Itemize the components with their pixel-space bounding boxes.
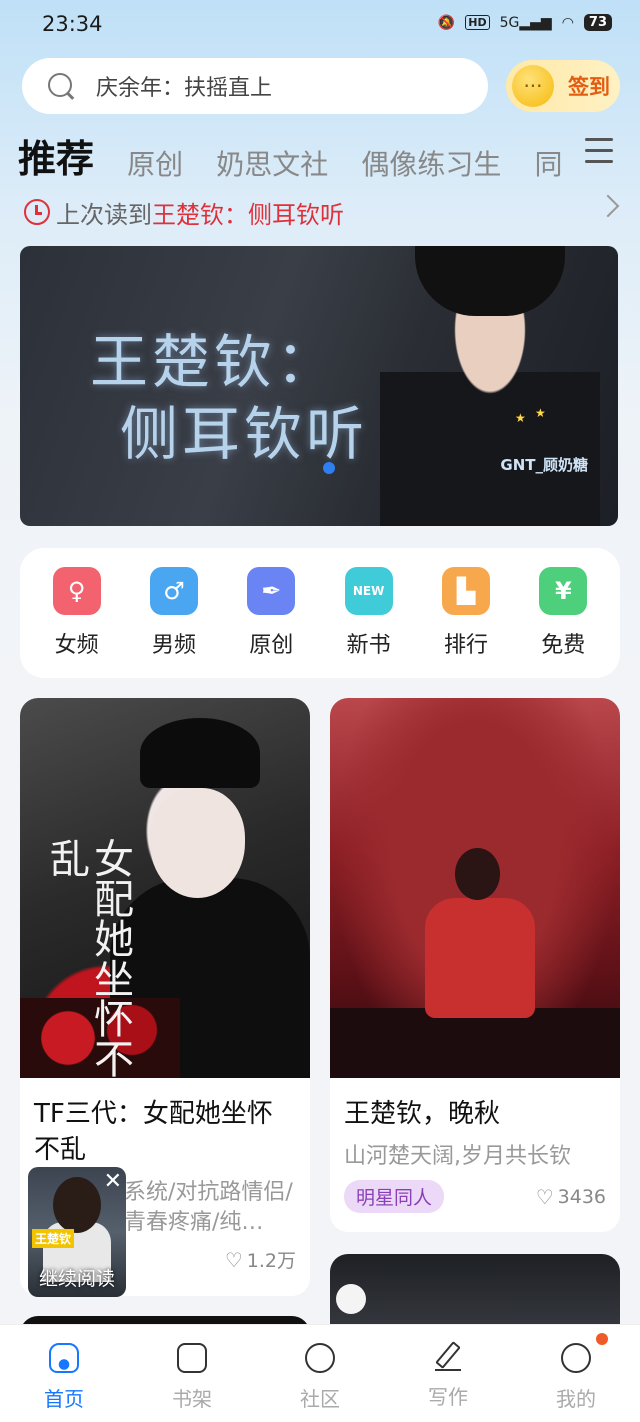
status-icons: 🔕 HD 5G▂▄▆ ◠ 73 [438, 14, 612, 31]
category-label: 原创 [249, 633, 294, 658]
book-title: 王楚钦，晚秋 [344, 1099, 501, 1129]
search-bar[interactable]: 庆余年：扶摇直上 [22, 58, 488, 114]
bookshelf-icon [177, 1343, 207, 1373]
ping-pong-ball [336, 1284, 366, 1314]
last-read-prefix: 上次读到 [56, 200, 152, 229]
book-card[interactable]: 王楚钦，晚秋 山河楚天阔,岁月共长钦 明星同人 ♡ 3436 [330, 698, 620, 1232]
nav-community[interactable]: 社区 [270, 1343, 370, 1412]
clock-icon [24, 199, 50, 225]
nav-label: 首页 [44, 1387, 84, 1411]
pen-nib-icon: ✒ [247, 567, 296, 615]
signal-icon: 5G▂▄▆ [499, 14, 552, 31]
category-female[interactable]: ♀ 女频 [37, 567, 117, 659]
pen-icon [435, 1343, 461, 1371]
banner-title: 王楚钦： 侧耳钦听 [90, 326, 368, 470]
banner[interactable]: 王楚钦： 侧耳钦听 ★ ★ GNT_顾奶糖 [20, 246, 618, 526]
close-icon[interactable]: ✕ [104, 1169, 122, 1194]
cover-figure-face [150, 788, 245, 898]
notification-badge [596, 1333, 608, 1345]
book-title: TF三代：女配她坐怀不乱 [34, 1099, 273, 1165]
status-bar: 23:34 🔕 HD 5G▂▄▆ ◠ 73 [0, 0, 640, 52]
banner-title-line2: 侧耳钦听 [120, 400, 369, 468]
heart-icon: ♡ [224, 1247, 243, 1272]
search-icon [46, 71, 76, 101]
category-label: 免费 [541, 633, 586, 658]
battery-icon: 73 [583, 14, 612, 31]
coin-smile-icon: ··· [512, 65, 554, 107]
category-label: 男频 [151, 633, 196, 658]
genre-tag[interactable]: 明星同人 [344, 1180, 445, 1213]
category-ranking[interactable]: ▙ 排行 [426, 567, 506, 659]
nav-write[interactable]: 写作 [398, 1343, 498, 1410]
category-label: 新书 [346, 633, 391, 658]
likes-count: 1.2万 [246, 1250, 296, 1272]
cover-title-text: 女配她坐怀不乱 [43, 838, 133, 1078]
book-cover: 女配她坐怀不乱 [20, 698, 310, 1078]
category-original[interactable]: ✒ 原创 [231, 567, 311, 659]
planet-icon [305, 1343, 335, 1373]
category-grid: ♀ 女频 ♂ 男频 ✒ 原创 NEW 新书 ▙ 排行 ¥ 免费 [20, 548, 620, 678]
category-label: 排行 [443, 633, 488, 658]
podium-icon: ▙ [441, 567, 490, 615]
cover-figure-hat [140, 718, 260, 788]
nav-label: 我的 [556, 1387, 596, 1411]
likes-count: 3436 [557, 1185, 606, 1208]
book-likes: ♡ 3436 [536, 1185, 606, 1209]
hd-icon: HD [465, 15, 490, 30]
star-icon: ★ [515, 411, 526, 425]
male-icon: ♂ [149, 567, 198, 615]
book-cover [330, 698, 620, 1078]
menu-icon[interactable] [585, 138, 613, 164]
continue-reading-label: 继续阅读 [38, 1268, 115, 1290]
heart-icon: ♡ [535, 1184, 554, 1209]
new-book-icon: NEW [344, 567, 393, 615]
category-tabs: 推荐 原创 奶思文社 偶像练习生 同 [18, 128, 588, 178]
tab-partial[interactable]: 同 [534, 143, 562, 178]
last-read-title: 王楚钦：侧耳钦听 [152, 200, 344, 229]
female-icon: ♀ [52, 567, 101, 615]
nav-label: 社区 [300, 1387, 340, 1411]
carousel-indicator-dot [323, 462, 335, 474]
mute-icon: 🔕 [437, 14, 456, 31]
category-new-books[interactable]: NEW 新书 [329, 567, 409, 659]
chevron-right-icon [596, 194, 620, 218]
book-meta: 明星同人 ♡ 3436 [344, 1180, 606, 1213]
last-read-bar[interactable]: 上次读到 王楚钦：侧耳钦听 [24, 192, 620, 232]
float-badge: 王楚钦 [32, 1229, 75, 1248]
float-figure-head [53, 1177, 101, 1233]
status-time: 23:34 [42, 12, 103, 36]
checkin-label: 签到 [568, 75, 610, 99]
bottom-nav: 首页 书架 社区 写作 我的 [0, 1324, 640, 1422]
book-likes: ♡ 1.2万 [225, 1246, 296, 1273]
nav-bookshelf[interactable]: 书架 [142, 1343, 242, 1412]
tab-naisi[interactable]: 奶思文社 [216, 143, 328, 178]
nav-label: 写作 [428, 1385, 468, 1409]
nav-me[interactable]: 我的 [526, 1333, 626, 1412]
star-icon: ★ [535, 406, 546, 420]
nav-label: 书架 [172, 1387, 212, 1411]
home-icon [49, 1343, 79, 1373]
book-description: 山河楚天阔,岁月共长钦 [344, 1144, 571, 1169]
tab-original[interactable]: 原创 [127, 143, 183, 178]
banner-watermark: GNT_顾奶糖 [500, 456, 588, 474]
checkin-button[interactable]: ··· 签到 [506, 60, 620, 112]
category-label: 女频 [54, 633, 99, 658]
search-placeholder: 庆余年：扶摇直上 [96, 76, 273, 101]
category-free[interactable]: ¥ 免费 [523, 567, 603, 659]
tab-recommend[interactable]: 推荐 [18, 128, 94, 178]
nav-home[interactable]: 首页 [14, 1343, 114, 1412]
cover-figure-head [455, 848, 500, 900]
wifi-icon: ◠ [561, 14, 574, 31]
yen-icon: ¥ [539, 567, 588, 615]
cover-table [330, 1008, 620, 1078]
network-label: 5G [499, 14, 520, 31]
chat-icon [561, 1343, 591, 1373]
tab-idol-trainee[interactable]: 偶像练习生 [361, 143, 501, 178]
category-male[interactable]: ♂ 男频 [134, 567, 214, 659]
continue-reading-float[interactable]: 王楚钦 ✕ 继续阅读 [28, 1167, 126, 1297]
banner-title-line1: 王楚钦： [90, 328, 339, 396]
book-info: 王楚钦，晚秋 山河楚天阔,岁月共长钦 明星同人 ♡ 3436 [330, 1078, 620, 1225]
cover-figure-torso [425, 898, 535, 1018]
